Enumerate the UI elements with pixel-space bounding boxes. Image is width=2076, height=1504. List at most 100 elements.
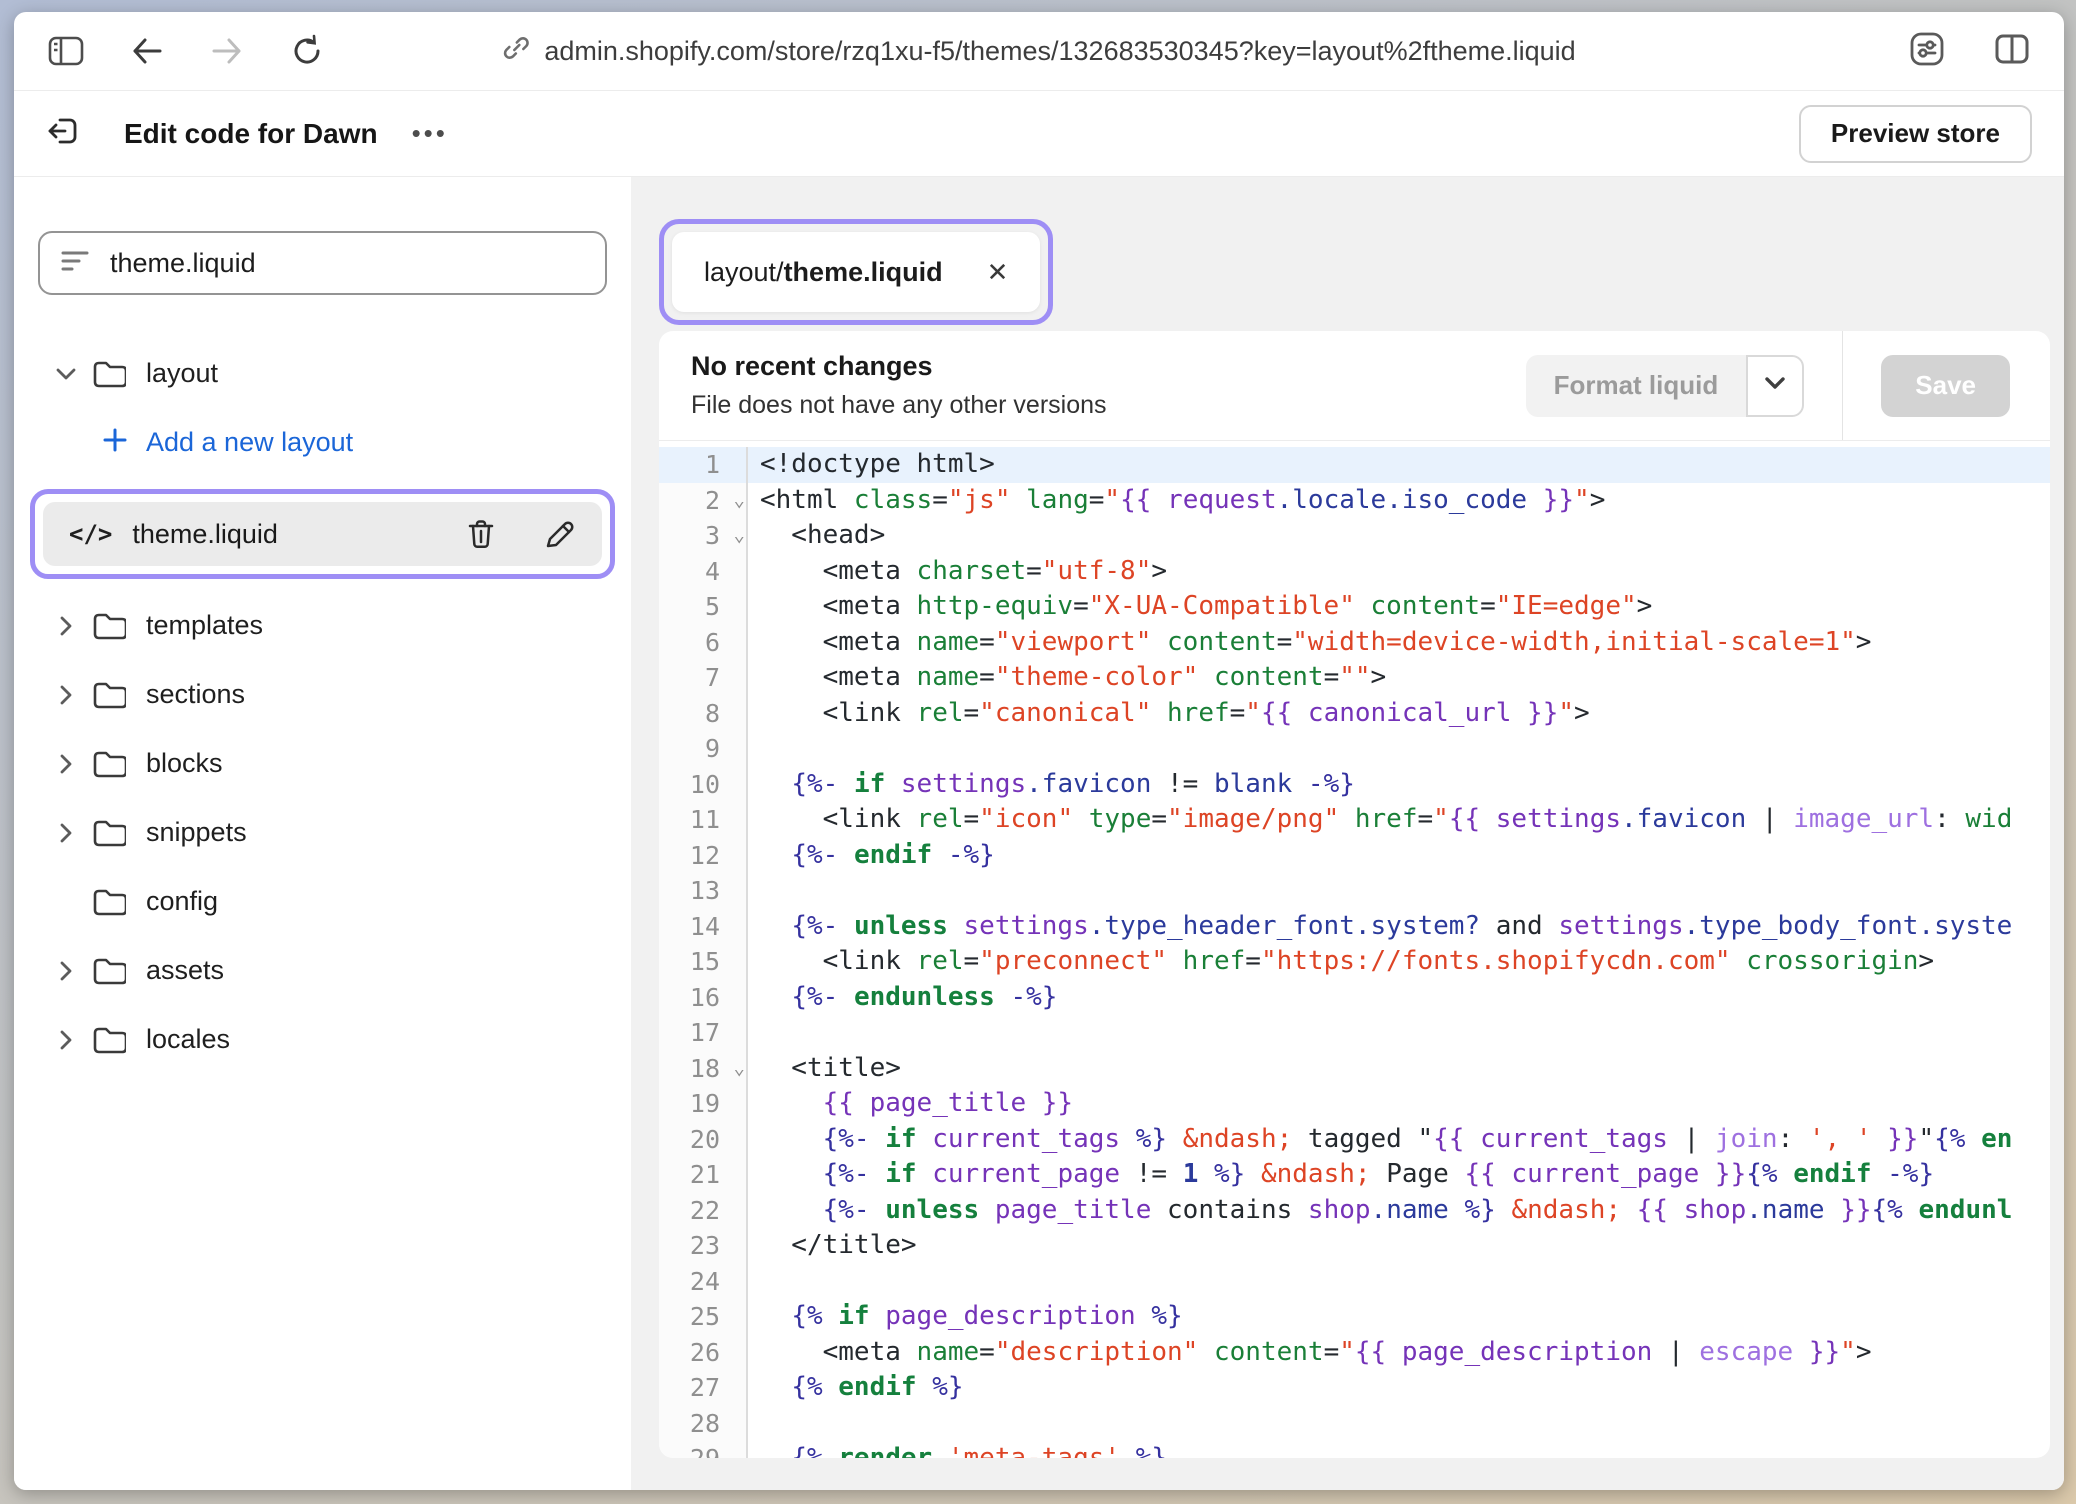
sidebar-toggle-icon[interactable] xyxy=(48,35,84,67)
chevron-right-icon[interactable] xyxy=(50,960,82,982)
code-line-content[interactable]: <head> xyxy=(748,518,2050,554)
rename-file-icon[interactable] xyxy=(544,518,576,550)
code-line[interactable]: 21 {%- if current_page != 1 %} &ndash; P… xyxy=(659,1157,2050,1193)
code-line-content[interactable]: <!doctype html> xyxy=(748,447,2050,483)
format-liquid-button[interactable]: Format liquid xyxy=(1526,355,1747,417)
code-line[interactable]: 10 {%- if settings.favicon != blank -%} xyxy=(659,767,2050,803)
code-line[interactable]: 20 {%- if current_tags %} &ndash; tagged… xyxy=(659,1122,2050,1158)
code-line-content[interactable] xyxy=(748,873,2050,909)
chevron-down-icon[interactable] xyxy=(50,367,82,381)
code-line[interactable]: 13 xyxy=(659,873,2050,909)
code-line[interactable]: 4 <meta charset="utf-8"> xyxy=(659,554,2050,590)
code-line[interactable]: 28 xyxy=(659,1406,2050,1442)
code-line-content[interactable]: </title> xyxy=(748,1228,2050,1264)
code-line[interactable]: 24 xyxy=(659,1264,2050,1300)
reload-icon[interactable] xyxy=(290,34,324,68)
page-settings-icon[interactable] xyxy=(1908,30,1946,73)
code-line[interactable]: 23 </title> xyxy=(659,1228,2050,1264)
sidebar-item-blocks[interactable]: blocks xyxy=(14,729,631,798)
file-search[interactable] xyxy=(38,231,607,295)
sidebar-item-snippets[interactable]: snippets xyxy=(14,798,631,867)
code-line[interactable]: 3⌄ <head> xyxy=(659,518,2050,554)
code-line-content[interactable]: {% endif %} xyxy=(748,1370,2050,1406)
code-line-content[interactable]: <link rel="canonical" href="{{ canonical… xyxy=(748,696,2050,732)
code-line-content[interactable] xyxy=(748,1015,2050,1051)
tab-close-icon[interactable]: ✕ xyxy=(987,257,1009,288)
code-line-content[interactable] xyxy=(748,1406,2050,1442)
code-line[interactable]: 2⌄<html class="js" lang="{{ request.loca… xyxy=(659,483,2050,519)
code-line[interactable]: 16 {%- endunless -%} xyxy=(659,980,2050,1016)
line-number: 21 xyxy=(659,1157,748,1193)
code-line-content[interactable]: {%- unless settings.type_header_font.sys… xyxy=(748,909,2050,945)
code-line-content[interactable]: <link rel="preconnect" href="https://fon… xyxy=(748,944,2050,980)
sidebar-item-assets[interactable]: assets xyxy=(14,936,631,1005)
code-line-content[interactable]: <html class="js" lang="{{ request.locale… xyxy=(748,483,2050,519)
code-editor[interactable]: 1<!doctype html>2⌄<html class="js" lang=… xyxy=(659,441,2050,1458)
preview-store-button[interactable]: Preview store xyxy=(1799,105,2032,163)
chevron-right-icon[interactable] xyxy=(50,1029,82,1051)
code-line[interactable]: 17 xyxy=(659,1015,2050,1051)
code-line[interactable]: 19 {{ page_title }} xyxy=(659,1086,2050,1122)
code-line-content[interactable]: {% if page_description %} xyxy=(748,1299,2050,1335)
code-line-content[interactable]: {%- if current_tags %} &ndash; tagged "{… xyxy=(748,1122,2050,1158)
code-line[interactable]: 5 <meta http-equiv="X-UA-Compatible" con… xyxy=(659,589,2050,625)
save-button[interactable]: Save xyxy=(1881,355,2010,417)
sidebar-item-locales[interactable]: locales xyxy=(14,1005,631,1074)
code-line-content[interactable]: {%- if current_page != 1 %} &ndash; Page… xyxy=(748,1157,2050,1193)
split-view-icon[interactable] xyxy=(1994,33,2030,70)
code-line-content[interactable] xyxy=(748,1264,2050,1300)
sidebar-item-templates[interactable]: templates xyxy=(14,591,631,660)
code-line[interactable]: 9 xyxy=(659,731,2050,767)
code-line[interactable]: 7 <meta name="theme-color" content=""> xyxy=(659,660,2050,696)
code-line[interactable]: 29 {% render 'meta-tags' %} xyxy=(659,1441,2050,1458)
code-line[interactable]: 14 {%- unless settings.type_header_font.… xyxy=(659,909,2050,945)
code-line[interactable]: 26 <meta name="description" content="{{ … xyxy=(659,1335,2050,1371)
code-line-content[interactable]: <meta charset="utf-8"> xyxy=(748,554,2050,590)
exit-icon[interactable] xyxy=(46,113,82,154)
more-menu-button[interactable]: ••• xyxy=(412,118,448,149)
code-line-content[interactable]: {% render 'meta-tags' %} xyxy=(748,1441,2050,1458)
fold-chevron-icon[interactable]: ⌄ xyxy=(734,518,745,554)
code-line-content[interactable]: <meta http-equiv="X-UA-Compatible" conte… xyxy=(748,589,2050,625)
url-text[interactable]: admin.shopify.com/store/rzq1xu-f5/themes… xyxy=(544,36,1575,67)
code-line-content[interactable] xyxy=(748,731,2050,767)
sidebar-item-layout[interactable]: layout xyxy=(14,339,631,408)
code-line[interactable]: 18⌄ <title> xyxy=(659,1051,2050,1087)
chevron-right-icon[interactable] xyxy=(50,615,82,637)
code-line-content[interactable]: <meta name="theme-color" content=""> xyxy=(748,660,2050,696)
format-liquid-dropdown[interactable] xyxy=(1746,355,1804,417)
code-line-content[interactable]: {%- unless page_title contains shop.name… xyxy=(748,1193,2050,1229)
code-line-content[interactable]: <title> xyxy=(748,1051,2050,1087)
code-line[interactable]: 6 <meta name="viewport" content="width=d… xyxy=(659,625,2050,661)
code-line[interactable]: 27 {% endif %} xyxy=(659,1370,2050,1406)
delete-file-icon[interactable] xyxy=(466,518,496,550)
back-icon[interactable] xyxy=(130,36,164,66)
forward-icon[interactable] xyxy=(210,36,244,66)
sidebar-item-sections[interactable]: sections xyxy=(14,660,631,729)
code-line-content[interactable]: <meta name="description" content="{{ pag… xyxy=(748,1335,2050,1371)
code-line-content[interactable]: <link rel="icon" type="image/png" href="… xyxy=(748,802,2050,838)
code-line-content[interactable]: {{ page_title }} xyxy=(748,1086,2050,1122)
code-line[interactable]: 22 {%- unless page_title contains shop.n… xyxy=(659,1193,2050,1229)
code-line[interactable]: 25 {% if page_description %} xyxy=(659,1299,2050,1335)
tab-theme-liquid[interactable]: layout/theme.liquid ✕ xyxy=(672,232,1040,312)
code-line[interactable]: 15 <link rel="preconnect" href="https://… xyxy=(659,944,2050,980)
fold-chevron-icon[interactable]: ⌄ xyxy=(734,483,745,519)
file-search-input[interactable] xyxy=(108,247,585,280)
code-line-content[interactable]: {%- endif -%} xyxy=(748,838,2050,874)
code-line[interactable]: 12 {%- endif -%} xyxy=(659,838,2050,874)
sidebar-item-theme.liquid[interactable]: </>theme.liquid xyxy=(43,502,602,566)
code-line[interactable]: 8 <link rel="canonical" href="{{ canonic… xyxy=(659,696,2050,732)
version-status: No recent changes File does not have any… xyxy=(691,351,1107,420)
code-line[interactable]: 11 <link rel="icon" type="image/png" hre… xyxy=(659,802,2050,838)
code-line[interactable]: 1<!doctype html> xyxy=(659,447,2050,483)
fold-chevron-icon[interactable]: ⌄ xyxy=(734,1051,745,1087)
code-line-content[interactable]: {%- if settings.favicon != blank -%} xyxy=(748,767,2050,803)
code-line-content[interactable]: {%- endunless -%} xyxy=(748,980,2050,1016)
sidebar-item-config[interactable]: config xyxy=(14,867,631,936)
chevron-right-icon[interactable] xyxy=(50,684,82,706)
chevron-right-icon[interactable] xyxy=(50,753,82,775)
chevron-right-icon[interactable] xyxy=(50,822,82,844)
code-line-content[interactable]: <meta name="viewport" content="width=dev… xyxy=(748,625,2050,661)
add-layout-button[interactable]: Add a new layout xyxy=(14,408,631,477)
